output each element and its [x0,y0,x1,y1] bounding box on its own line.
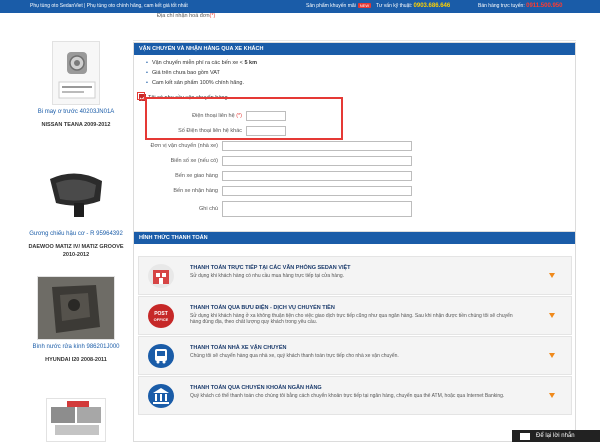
carrier-label: Đơn vị vận chuyển (nhà xe) [150,143,218,149]
sidebar-product[interactable]: Bi may ơ trước 40203JN01A NISSAN TEANA 2… [22,41,130,129]
chevron-down-icon[interactable] [549,353,555,358]
payment-title: THANH TOÁN TRỰC TIẾP TẠI CÁC VĂN PHÒNG S… [190,265,351,271]
delivery-station-label: Bến xe giao hàng [175,173,218,179]
invoice-address-label: Địa chỉ nhận hoá đơn [157,13,210,19]
sidebar-product[interactable]: Gương chiếu hậu cơ - R 95964392 DAEWOO M… [22,163,130,259]
payment-desc: Quý khách có thể thanh toán cho chúng tô… [190,393,505,399]
svg-text:OFFICE: OFFICE [154,317,169,322]
payment-desc: Chúng tôi sẽ chuyển hàng qua nhà xe, quý… [190,353,399,359]
product-car: DAEWOO MATIZ IV/ MATIZ GROOVE 2010-2012 [28,244,124,258]
delivery-station-row: Bến xe giao hàng [138,171,412,181]
note-row: Ghi chú [138,201,412,217]
consult-hotline[interactable]: Tư vấn kỹ thuật: 0903.686.646 [376,3,450,9]
delivery-station-input[interactable] [222,171,412,181]
payment-method-bus[interactable]: THANH TOÁN NHÀ XE VẬN CHUYỂN Chúng tôi s… [138,336,572,375]
shipping-header: VẬN CHUYỂN VÀ NHẬN HÀNG QUA XE KHÁCH [134,43,575,55]
product-sidebar: Bi may ơ trước 40203JN01A NISSAN TEANA 2… [22,13,130,442]
shipping-notes: Vận chuyển miễn phí ra các bến xe < 5 km… [134,55,575,88]
payment-desc: Sử dụng khi khách hàng có nhu cầu mua hà… [190,273,345,279]
payment-method-bank[interactable]: THANH TOÁN QUA CHUYỂN KHOẢN NGÂN HÀNG Qu… [138,376,572,415]
product-name[interactable]: Bình nước rửa kính 986201J000 [22,343,130,352]
payment-header: HÌNH THỨC THANH TOÁN [134,232,575,244]
chevron-down-icon[interactable] [549,393,555,398]
receive-station-input[interactable] [222,186,412,196]
carrier-input[interactable] [222,141,412,151]
product-image[interactable] [52,41,100,105]
chat-label: Để lại lời nhắn [536,433,575,439]
invoice-address-row: Địa chỉ nhận hoá đơn (*) [157,13,216,19]
product-image[interactable] [46,398,106,442]
envelope-icon [520,433,530,440]
receive-station-label: Bến xe nhận hàng [173,188,218,194]
product-name[interactable]: Gương chiếu hậu cơ - R 95964392 [22,230,130,239]
chevron-down-icon[interactable] [549,313,555,318]
plate-label: Biển số xe (nếu có) [170,158,218,164]
note-label: Ghi chú [199,206,218,212]
top-bar: Phụ tùng oto SedanViet | Phụ tùng oto ch… [0,0,600,13]
shipping-note: Vận chuyển miễn phí ra các bến xe < 5 km [146,58,575,68]
note-input[interactable] [222,201,412,217]
chevron-down-icon[interactable] [549,273,555,278]
payment-panel: HÌNH THỨC THANH TOÁN THANH TOÁN TRỰC TIẾ… [133,231,576,442]
site-tagline: Phụ tùng oto SedanViet | Phụ tùng oto ch… [30,3,188,9]
post-office-icon: POST OFFICE [148,304,174,328]
shipping-note: Cam kết sản phẩm 100% chính hãng. [146,78,575,88]
product-car: NISSAN TEANA 2009-2012 [41,122,111,128]
bus-icon [148,344,174,368]
plate-row: Biển số xe (nếu có) [130,156,412,166]
payment-title: THANH TOÁN QUA BƯU ĐIỆN - DỊCH VỤ CHUYỂN… [190,305,335,311]
chat-widget[interactable]: Để lại lời nhắn [512,430,600,442]
payment-method-post[interactable]: POST OFFICE THANH TOÁN QUA BƯU ĐIỆN - DỊ… [138,296,572,335]
payment-desc: Sử dụng khi khách hàng ở xa không thuận … [190,313,513,325]
payment-title: THANH TOÁN QUA CHUYỂN KHOẢN NGÂN HÀNG [190,385,322,391]
payment-method-office[interactable]: THANH TOÁN TRỰC TIẾP TẠI CÁC VĂN PHÒNG S… [138,256,572,295]
carrier-row: Đơn vị vận chuyển (nhà xe) [118,141,412,151]
sales-hotline[interactable]: Bán hàng trực tuyến: 0911.500.950 [478,3,562,9]
new-badge: NEW [357,3,372,8]
plate-input[interactable] [222,156,412,166]
product-name[interactable]: Bi may ơ trước 40203JN01A [22,108,130,117]
office-icon [148,264,174,288]
shipping-note: Giá trên chưa bao gồm VAT [146,68,575,78]
product-car: HYUNDAI I20 2008-2011 [45,357,107,363]
product-image[interactable] [37,276,115,340]
promo-link[interactable]: Sản phẩm khuyến mãi NEW [306,3,372,9]
product-image[interactable] [40,163,112,227]
receive-station-row: Bến xe nhận hàng [138,186,412,196]
checkbox-highlight [137,92,145,100]
sidebar-product[interactable]: Bình nước rửa kính 986201J000 HYUNDAI I2… [22,276,130,364]
payment-title: THANH TOÁN NHÀ XE VẬN CHUYỂN [190,345,287,351]
bank-icon [148,384,174,408]
highlight-box [145,97,343,140]
sidebar-product[interactable] [22,398,130,442]
